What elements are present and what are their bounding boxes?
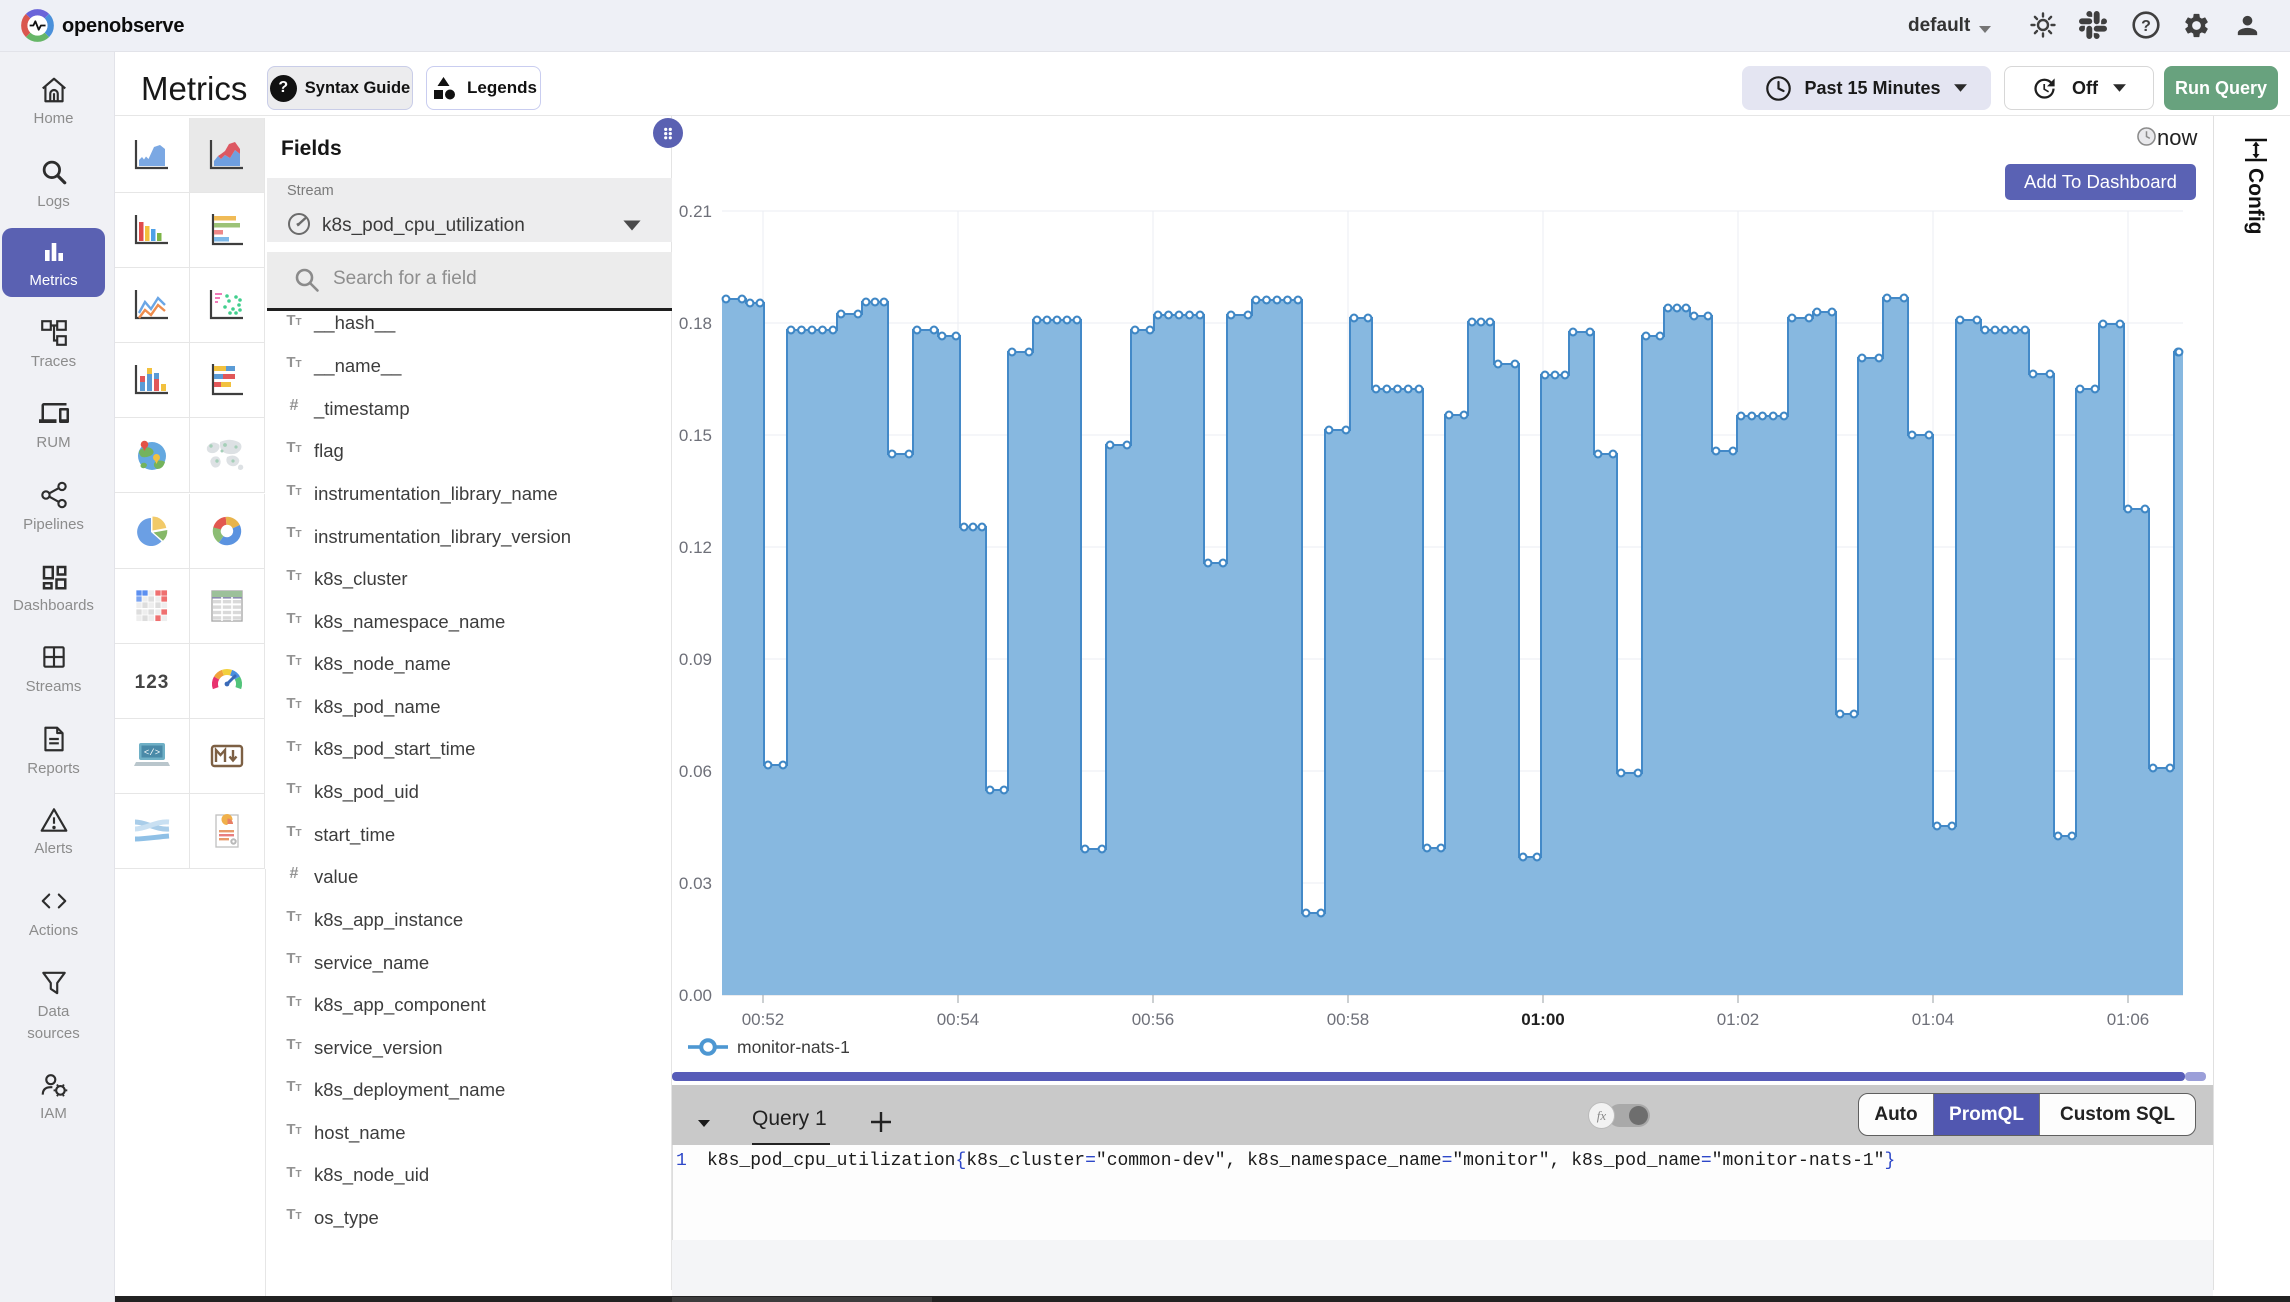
svg-text:0.12: 0.12 xyxy=(679,538,712,557)
svg-text:01:06: 01:06 xyxy=(2107,1010,2150,1029)
svg-text:0.18: 0.18 xyxy=(679,314,712,333)
svg-text:0.15: 0.15 xyxy=(679,426,712,445)
svg-text:0.09: 0.09 xyxy=(679,650,712,669)
svg-text:01:00: 01:00 xyxy=(1521,1010,1564,1029)
svg-text:00:58: 00:58 xyxy=(1327,1010,1370,1029)
svg-text:0.21: 0.21 xyxy=(679,202,712,221)
svg-text:00:52: 00:52 xyxy=(742,1010,785,1029)
svg-text:monitor-nats-1: monitor-nats-1 xyxy=(737,1037,850,1057)
svg-text:01:02: 01:02 xyxy=(1717,1010,1760,1029)
svg-text:01:04: 01:04 xyxy=(1912,1010,1955,1029)
svg-text:00:56: 00:56 xyxy=(1132,1010,1175,1029)
svg-text:0.00: 0.00 xyxy=(679,986,712,1005)
svg-text:0.06: 0.06 xyxy=(679,762,712,781)
svg-text:00:54: 00:54 xyxy=(937,1010,980,1029)
svg-text:0.03: 0.03 xyxy=(679,874,712,893)
